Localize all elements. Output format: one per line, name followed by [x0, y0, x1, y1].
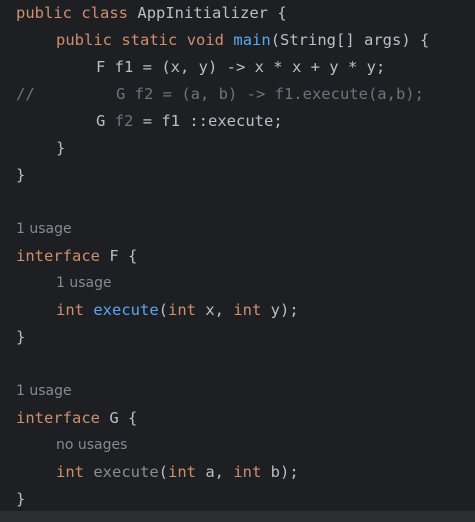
usage-hint-interface-g[interactable]: 1 usage: [16, 378, 72, 405]
code-line-main-method[interactable]: public static void main(String[] args) {: [56, 27, 429, 54]
code-line-interface-g-close[interactable]: }: [16, 486, 25, 513]
lambda-statement: F f1 = (x, y) -> x * x + y * y;: [96, 58, 386, 76]
comment-marker: //: [16, 85, 35, 103]
code-line-commented[interactable]: //: [16, 81, 35, 108]
close-brace: }: [56, 139, 66, 157]
usage-count: 1 usage: [56, 275, 112, 291]
keyword-int: int: [168, 463, 197, 481]
code-line-method-close[interactable]: }: [56, 135, 65, 162]
close-brace: }: [16, 328, 26, 346]
method-params: (String[] args) {: [270, 31, 430, 49]
code-editor[interactable]: public class AppInitializer { public sta…: [0, 0, 475, 522]
keyword-public: public: [56, 31, 112, 49]
usage-hint-execute-f[interactable]: 1 usage: [56, 270, 112, 297]
param-x: x,: [196, 301, 234, 319]
open-brace: {: [277, 4, 287, 22]
param-a: a,: [196, 463, 234, 481]
keyword-class: class: [81, 4, 129, 22]
method-reference-expression: = f1 ::execute;: [133, 112, 283, 130]
code-line-commented-text[interactable]: G f2 = (a, b) -> f1.execute(a,b);: [116, 81, 424, 108]
param-y: y);: [261, 301, 299, 319]
usage-hint-interface-f[interactable]: 1 usage: [16, 216, 72, 243]
paren-open: (: [158, 463, 169, 481]
type-g: G: [96, 112, 106, 130]
paren-open: (: [158, 301, 169, 319]
keyword-int: int: [233, 463, 262, 481]
keyword-int: int: [56, 301, 84, 319]
close-brace: }: [16, 166, 26, 184]
usage-count: 1 usage: [16, 383, 72, 399]
code-line-execute-g[interactable]: int execute(int a, int b);: [56, 459, 299, 486]
keyword-int: int: [168, 301, 197, 319]
keyword-int: int: [56, 463, 84, 481]
code-line-f1-lambda[interactable]: F f1 = (x, y) -> x * x + y * y;: [96, 54, 385, 81]
keyword-static: static: [121, 31, 178, 49]
code-line-interface-g[interactable]: interface G {: [16, 405, 137, 432]
interface-g-name: G {: [100, 409, 138, 427]
commented-code: G f2 = (a, b) -> f1.execute(a,b);: [116, 85, 424, 103]
usage-hint-execute-g[interactable]: no usages: [56, 432, 127, 459]
close-brace: }: [16, 490, 26, 508]
editor-bottom-scroll-area[interactable]: [0, 511, 475, 522]
code-line-class-close[interactable]: }: [16, 162, 25, 189]
code-line-execute-f[interactable]: int execute(int x, int y);: [56, 297, 299, 324]
method-name-execute-unused: execute: [93, 463, 159, 481]
code-line-interface-f[interactable]: interface F {: [16, 243, 137, 270]
keyword-public: public: [16, 4, 72, 22]
unused-variable-f2: f2: [114, 112, 134, 130]
keyword-interface: interface: [16, 247, 100, 265]
usage-count: 1 usage: [16, 221, 72, 237]
code-line-method-reference[interactable]: G f2 = f1 ::execute;: [96, 108, 283, 135]
keyword-void: void: [186, 31, 225, 49]
code-line-interface-f-close[interactable]: }: [16, 324, 25, 351]
class-name: AppInitializer: [137, 4, 269, 22]
interface-f-name: F {: [100, 247, 138, 265]
keyword-interface: interface: [16, 409, 100, 427]
param-b: b);: [261, 463, 299, 481]
method-name-main: main: [233, 31, 271, 49]
usage-count: no usages: [56, 437, 128, 453]
code-line-class-declaration[interactable]: public class AppInitializer {: [16, 0, 287, 27]
keyword-int: int: [233, 301, 262, 319]
method-name-execute: execute: [93, 301, 159, 319]
